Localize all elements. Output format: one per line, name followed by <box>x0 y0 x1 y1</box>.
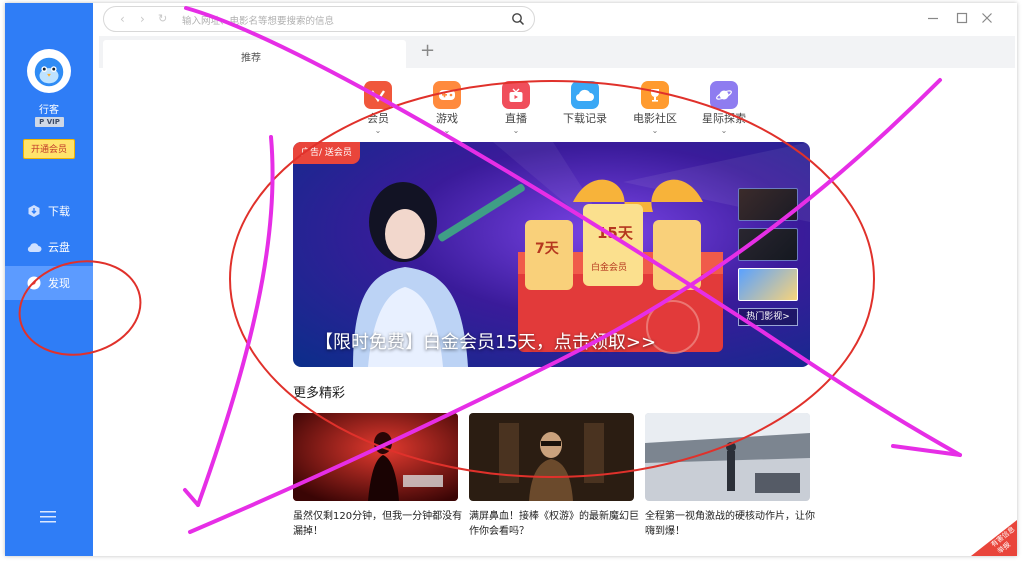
back-icon[interactable]: ‹ <box>120 12 125 26</box>
new-tab-plus-icon[interactable]: + <box>420 41 435 61</box>
sidebar: 行客 P VIP 开通会员 下载 云盘 发现 <box>5 3 93 556</box>
video-card[interactable]: 满屏鼻血！接棒《权游》的最新魔幻巨作你会看吗？ <box>469 413 639 539</box>
section-title: 更多精彩 <box>293 386 346 401</box>
search-icon[interactable] <box>511 12 525 26</box>
tab-recommend[interactable]: 推荐 <box>103 40 406 68</box>
category-live[interactable]: 直播 ⌄ <box>486 81 546 135</box>
vip-badge: P VIP <box>35 117 64 127</box>
ticket-member-label: 白金会员 <box>591 263 628 273</box>
tv-icon <box>502 81 530 109</box>
forward-icon[interactable]: › <box>140 12 145 26</box>
chevron-down-icon: ⌄ <box>651 126 659 135</box>
video-caption[interactable]: 全程第一视角激战的硬核动作片，让你嗨到爆！ <box>645 509 815 539</box>
promo-banner[interactable]: 7天 15天 白金会员 广告/ 送会员 【限时免费】白金会员15天，点击领取>>… <box>293 142 810 367</box>
sidebar-item-discover[interactable]: 发现 <box>5 266 93 300</box>
ticket-7-days: 7天 <box>535 241 559 257</box>
video-card[interactable]: 虽然仅剩120分钟，但我一分钟都没有漏掉！ <box>293 413 462 539</box>
category-label: 直播 <box>505 112 527 125</box>
planet-icon <box>710 81 738 109</box>
maximize-icon[interactable] <box>955 11 969 25</box>
video-card[interactable]: 全程第一视角激战的硬核动作片，让你嗨到爆！ <box>645 413 815 539</box>
category-label: 游戏 <box>436 112 458 125</box>
cloud-icon <box>26 239 42 255</box>
video-thumbnail[interactable] <box>293 413 458 501</box>
category-star-explore[interactable]: 星际探索 ⌄ <box>694 81 754 135</box>
sidebar-item-label: 云盘 <box>48 241 70 254</box>
thumbnail-2[interactable] <box>738 228 798 261</box>
tab-label: 推荐 <box>241 53 261 64</box>
chevron-down-icon: ⌄ <box>720 126 728 135</box>
bird-mascot-icon <box>34 57 64 87</box>
video-caption[interactable]: 虽然仅剩120分钟，但我一分钟都没有漏掉！ <box>293 509 463 539</box>
thumbnail-3[interactable] <box>738 268 798 301</box>
refresh-icon[interactable]: ↻ <box>158 12 167 25</box>
hot-movies-link[interactable]: 热门影视> <box>738 308 798 326</box>
banner-title[interactable]: 【限时免费】白金会员15天，点击领取>> <box>315 328 656 354</box>
vip-v-icon <box>364 81 392 109</box>
sidebar-item-cloud[interactable]: 云盘 <box>5 230 93 264</box>
video-thumbnail[interactable] <box>645 413 810 501</box>
compass-icon <box>26 275 42 291</box>
sidebar-item-label: 发现 <box>48 277 70 290</box>
category-label: 下载记录 <box>563 112 607 125</box>
category-vip[interactable]: 会员 ⌄ <box>348 81 408 135</box>
video-caption[interactable]: 满屏鼻血！接棒《权游》的最新魔幻巨作你会看吗？ <box>469 509 639 539</box>
report-badge[interactable]: 有害信息 举报 <box>971 520 1017 556</box>
ticket-15-days: 15天 <box>597 224 633 242</box>
minimize-icon[interactable] <box>926 11 940 25</box>
category-label: 电影社区 <box>633 112 677 125</box>
menu-icon[interactable] <box>39 510 57 524</box>
category-download-history[interactable]: 下载记录 <box>555 81 615 126</box>
user-name: 行客 <box>39 105 59 116</box>
ad-tag: 广告/ 送会员 <box>293 142 360 164</box>
chevron-down-icon: ⌄ <box>443 126 451 135</box>
download-icon <box>26 203 42 219</box>
trophy-icon <box>641 81 669 109</box>
chevron-down-icon: ⌄ <box>374 126 382 135</box>
category-label: 星际探索 <box>702 112 746 125</box>
address-bar[interactable]: ‹ › ↻ 输入网址、电影名等想要搜索的信息 <box>103 6 535 32</box>
sidebar-item-download[interactable]: 下载 <box>5 194 93 228</box>
thumbnail-1[interactable] <box>738 188 798 221</box>
search-input[interactable]: 输入网址、电影名等想要搜索的信息 <box>182 13 334 27</box>
close-icon[interactable] <box>980 11 994 25</box>
chevron-down-icon: ⌄ <box>512 126 520 135</box>
open-vip-button[interactable]: 开通会员 <box>23 139 75 159</box>
tab-strip: 推荐 + <box>99 36 1015 68</box>
category-movie-community[interactable]: 电影社区 ⌄ <box>625 81 685 135</box>
app-window: 行客 P VIP 开通会员 下载 云盘 发现 ‹ › ↻ 输入网址、电影名等想要… <box>5 3 1017 556</box>
cloud-icon <box>571 81 599 109</box>
sidebar-item-label: 下载 <box>48 205 70 218</box>
avatar[interactable] <box>27 49 71 93</box>
category-game[interactable]: 游戏 ⌄ <box>417 81 477 135</box>
category-label: 会员 <box>367 112 389 125</box>
video-thumbnail[interactable] <box>469 413 634 501</box>
gamepad-icon <box>433 81 461 109</box>
